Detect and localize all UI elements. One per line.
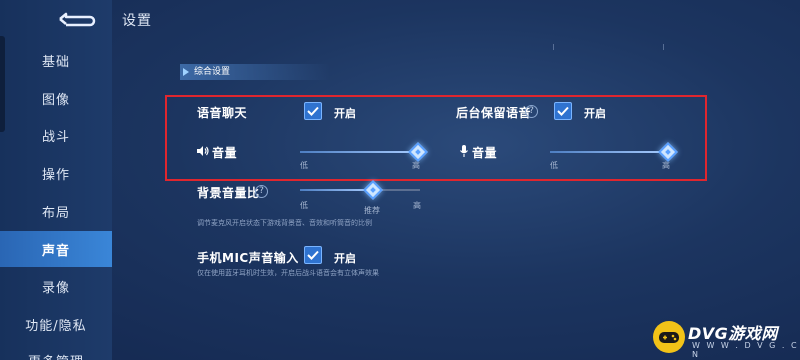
speaker-icon: [197, 146, 209, 156]
voice-chat-volume-high: 高: [412, 161, 420, 170]
voice-chat-checkbox[interactable]: [304, 102, 322, 120]
voice-chat-label: 语音聊天: [197, 106, 248, 120]
scroll-mark: [553, 44, 554, 50]
sidebar-item-graphics[interactable]: 图像: [0, 80, 112, 116]
back-arrow-icon: [59, 12, 96, 27]
background-voice-volume-slider[interactable]: [550, 151, 668, 153]
microphone-icon: [460, 145, 468, 157]
watermark-url: W W W . D V G . C N: [692, 341, 799, 359]
bg-volume-ratio-help-icon[interactable]: ?: [255, 185, 268, 198]
sidebar-item-features-privacy[interactable]: 功能/隐私: [0, 306, 112, 342]
mic-input-description: 仅在使用蓝牙耳机时生效，开启后战斗语音会有立体声效果: [197, 269, 379, 277]
check-icon: [557, 106, 569, 116]
section-header: 综合设置: [180, 64, 330, 80]
sidebar-item-combat[interactable]: 战斗: [0, 117, 112, 153]
sidebar-item-controls[interactable]: 操作: [0, 155, 112, 191]
background-voice-checkbox[interactable]: [554, 102, 572, 120]
back-button[interactable]: [56, 10, 100, 28]
background-voice-on-label: 开启: [584, 107, 606, 120]
section-header-label: 综合设置: [194, 67, 231, 77]
mic-input-on-label: 开启: [334, 252, 356, 265]
sidebar-item-replay[interactable]: 录像: [0, 268, 112, 304]
sidebar-item-layout[interactable]: 布局: [0, 193, 112, 229]
gamepad-logo-icon: [653, 321, 685, 353]
bg-volume-ratio-description: 调节麦克风开启状态下游戏背景音、音效和听筒音的比例: [197, 219, 372, 227]
mic-input-checkbox[interactable]: [304, 246, 322, 264]
voice-chat-volume-slider[interactable]: [300, 151, 418, 153]
sidebar: 基础 图像 战斗 操作 布局 声音 录像 功能/隐私 更多管理: [0, 0, 112, 360]
sidebar-item-basic[interactable]: 基础: [0, 42, 112, 78]
background-voice-volume-low: 低: [550, 161, 558, 170]
background-voice-volume-high: 高: [662, 161, 670, 170]
bg-volume-ratio-recommended: 推荐: [364, 206, 380, 215]
watermark: DVG游戏网 W W W . D V G . C N: [652, 318, 800, 360]
bg-volume-ratio-high: 高: [413, 201, 421, 210]
background-voice-help-icon[interactable]: ?: [525, 105, 538, 118]
mic-input-label: 手机MIC声音输入: [197, 251, 299, 265]
background-voice-volume-label: 音量: [472, 146, 498, 160]
bg-volume-ratio-label: 背景音量比: [197, 186, 260, 200]
page-title: 设置: [122, 13, 152, 29]
voice-chat-volume-label: 音量: [212, 146, 238, 160]
sidebar-item-more-management[interactable]: 更多管理: [0, 342, 112, 360]
bg-volume-ratio-low: 低: [300, 201, 308, 210]
check-icon: [307, 106, 319, 116]
voice-chat-volume-low: 低: [300, 161, 308, 170]
scroll-mark: [663, 44, 664, 50]
background-voice-label: 后台保留语音: [456, 106, 532, 120]
sidebar-item-sound[interactable]: 声音: [0, 231, 112, 267]
check-icon: [307, 250, 319, 260]
voice-chat-on-label: 开启: [334, 107, 356, 120]
bg-volume-ratio-handle[interactable]: [363, 180, 383, 200]
